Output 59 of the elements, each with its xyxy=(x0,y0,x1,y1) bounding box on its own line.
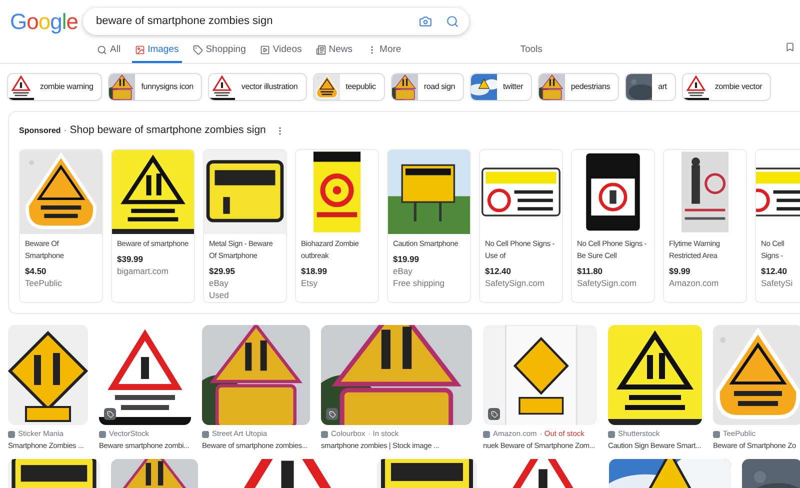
site-favicon-icon xyxy=(713,430,720,438)
product-price: $19.99 xyxy=(393,253,420,265)
product-price: $18.99 xyxy=(301,265,328,277)
suggestion-chip[interactable]: vector illustration xyxy=(208,73,307,101)
search-tab[interactable]: News xyxy=(312,39,356,63)
store-name: TeePublic xyxy=(25,277,63,289)
product-price: $29.95 xyxy=(209,265,236,277)
tools-button[interactable]: Tools xyxy=(520,39,542,63)
product-badge-icon xyxy=(326,408,338,420)
video-icon xyxy=(260,45,270,55)
product-note: Free shipping xyxy=(393,277,446,289)
search-tab[interactable]: More xyxy=(364,39,404,63)
search-field[interactable]: beware of smartphone zombies sign xyxy=(96,12,419,30)
camera-icon[interactable] xyxy=(419,14,432,28)
tag-icon xyxy=(192,45,203,55)
product-note: Used xyxy=(209,289,230,301)
bookmark-icon[interactable] xyxy=(785,42,795,52)
suggestion-chip[interactable]: funnysigns icon xyxy=(108,73,202,101)
search-tab[interactable]: Videos xyxy=(256,39,305,63)
product-price: $12.40 xyxy=(485,265,512,277)
image-icon xyxy=(134,45,145,55)
suggestion-chip[interactable]: zombie vector xyxy=(682,73,772,101)
store-name: eBay xyxy=(209,277,230,289)
search-tab[interactable]: All xyxy=(94,39,124,63)
site-favicon-icon xyxy=(8,430,15,438)
store-name: eBay xyxy=(393,265,414,277)
site-favicon-icon xyxy=(483,430,490,438)
suggestion-chip[interactable]: teepublic xyxy=(312,73,385,101)
store-name: bigamart.com xyxy=(117,265,170,277)
site-favicon-icon xyxy=(202,430,209,438)
google-logo[interactable]: Google xyxy=(10,4,82,38)
section-title: Shop beware of smartphone zombies sign xyxy=(70,123,266,138)
suggestion-chip[interactable]: road sign xyxy=(390,73,464,101)
store-name: SafetySi xyxy=(761,277,794,289)
sponsored-label: Sponsored xyxy=(19,125,61,137)
search-icon xyxy=(97,45,107,55)
store-name: SafetySign.com xyxy=(577,277,638,289)
search-icon[interactable] xyxy=(446,14,459,28)
suggestion-chip[interactable]: art xyxy=(625,73,676,101)
suggestion-chip[interactable]: zombie warning xyxy=(7,73,102,101)
site-favicon-icon xyxy=(608,430,615,438)
product-badge-icon xyxy=(104,408,116,420)
store-name: Amazon.com xyxy=(669,277,720,289)
store-name: SafetySign.com xyxy=(485,277,546,289)
site-favicon-icon xyxy=(321,430,328,438)
product-badge-icon xyxy=(488,408,500,420)
product-price: $39.99 xyxy=(117,253,144,265)
suggestion-chip[interactable]: twitter xyxy=(470,73,532,101)
separator: · xyxy=(64,124,67,138)
product-price: $12.40 xyxy=(761,265,788,277)
search-tab[interactable]: Shopping xyxy=(190,39,249,63)
product-price: $4.50 xyxy=(25,265,48,277)
site-favicon-icon xyxy=(99,430,106,438)
product-price: $11.80 xyxy=(577,265,604,277)
search-tab[interactable]: Images xyxy=(132,39,182,63)
news-icon xyxy=(316,45,326,55)
suggestion-chip[interactable]: pedestrians xyxy=(538,73,620,101)
store-name: Etsy xyxy=(301,277,319,289)
product-price: $9.99 xyxy=(669,265,692,277)
